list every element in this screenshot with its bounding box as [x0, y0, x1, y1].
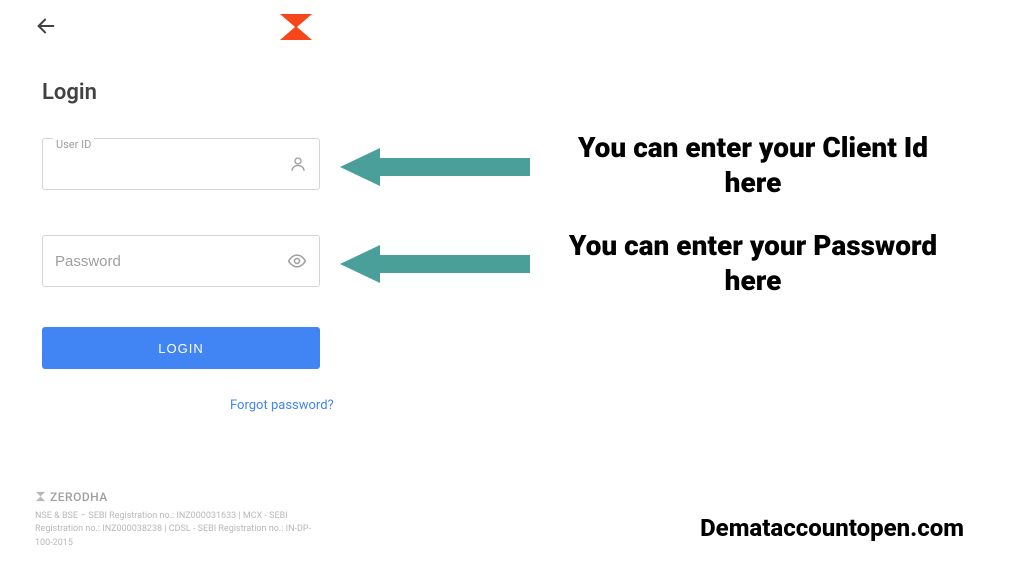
arrow-left-thick-icon [340, 148, 530, 186]
kite-logo [280, 14, 312, 44]
userid-field-container[interactable]: User ID [42, 138, 320, 190]
arrow-left-thick-icon [340, 245, 530, 283]
annotation-arrow-1 [340, 148, 530, 186]
arrow-left-icon [35, 15, 57, 37]
annotation-text-1: You can enter your Client Id here [558, 130, 948, 200]
annotation-text-2: You can enter your Password here [558, 228, 948, 298]
password-field-container[interactable] [42, 235, 320, 287]
userid-input[interactable] [55, 156, 289, 173]
footer: ZERODHA NSE & BSE – SEBI Registration no… [35, 490, 315, 551]
footer-registration-text: NSE & BSE – SEBI Registration no.: INZ00… [35, 510, 315, 551]
kite-logo-icon [280, 14, 312, 40]
footer-brand: ZERODHA [35, 490, 315, 504]
forgot-password-link[interactable]: Forgot password? [230, 398, 334, 413]
footer-brand-text: ZERODHA [50, 490, 108, 504]
annotation-arrow-2 [340, 245, 530, 283]
password-input[interactable] [55, 253, 287, 270]
zerodha-logo-icon [35, 491, 46, 502]
back-arrow-button[interactable] [35, 15, 57, 41]
login-button[interactable]: LOGIN [42, 327, 320, 369]
user-icon [289, 155, 307, 173]
watermark-text: Demataccountopen.com [700, 514, 964, 542]
userid-label: User ID [53, 138, 94, 151]
page-title: Login [42, 80, 97, 105]
eye-icon[interactable] [287, 251, 307, 271]
